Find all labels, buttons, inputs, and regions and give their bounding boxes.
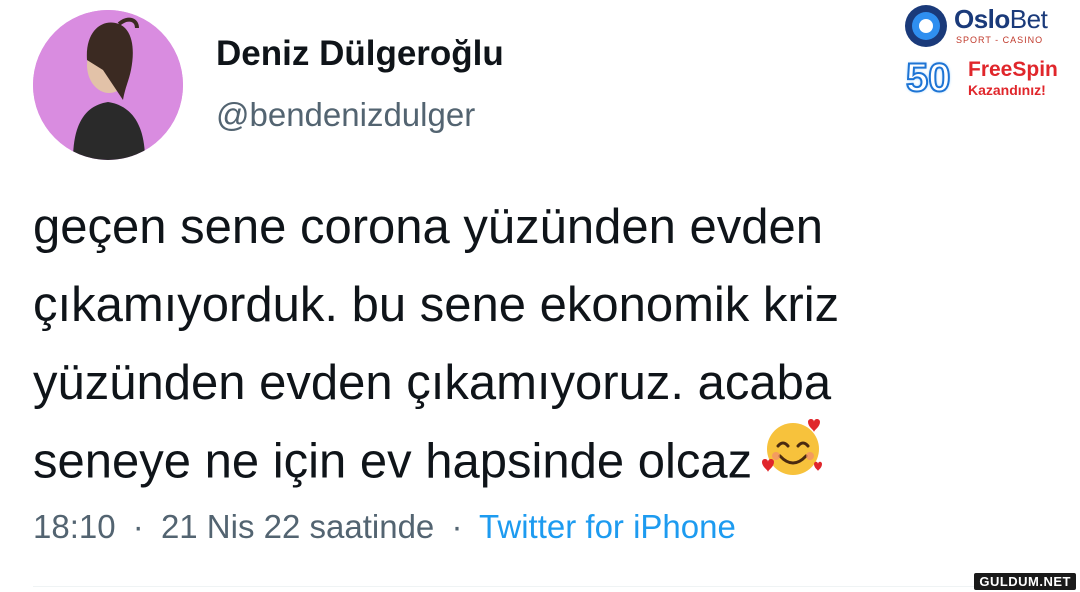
ad-offer-line2: Kazandınız! xyxy=(968,82,1046,98)
ad-brand: OsloBet xyxy=(954,4,1048,35)
tweet-time[interactable]: 18:10 xyxy=(33,508,116,545)
ad-brand-bold: Oslo xyxy=(954,4,1010,34)
ad-logo-row: OsloBet SPORT - CASINO xyxy=(902,2,1078,50)
meta-separator: · xyxy=(132,508,144,545)
tweet-text-line: çıkamıyorduk. bu sene ekonomik kriz xyxy=(33,278,840,332)
ad-badge[interactable]: OsloBet SPORT - CASINO 50 FreeSpin Kazan… xyxy=(902,2,1078,102)
tweet-text: geçen sene corona yüzünden evden çıkamıy… xyxy=(33,188,1043,507)
user-handle[interactable]: @bendenizdulger xyxy=(216,96,475,134)
smiling-face-with-hearts-icon xyxy=(758,416,828,501)
ad-brand-light: Bet xyxy=(1009,4,1048,34)
oslobet-logo-icon xyxy=(905,5,947,47)
tweet-text-line: yüzünden evden çıkamıyoruz. acaba xyxy=(33,356,832,410)
avatar-photo xyxy=(33,10,183,160)
tweet-text-line: seneye ne için ev hapsinde olcaz xyxy=(33,419,1043,507)
ad-tagline: SPORT - CASINO xyxy=(956,35,1044,45)
tweet-meta: 18:10 · 21 Nis 22 saatinde · Twitter for… xyxy=(33,508,736,546)
ad-number: 50 xyxy=(905,55,951,101)
ad-offer-line1: FreeSpin xyxy=(968,58,1058,81)
tweet-date[interactable]: 21 Nis 22 saatinde xyxy=(161,508,434,545)
tweet-text-last: seneye ne için ev hapsinde olcaz xyxy=(33,434,753,489)
avatar[interactable] xyxy=(33,10,183,160)
display-name[interactable]: Deniz Dülgeroğlu xyxy=(216,34,504,74)
tweet-text-line: geçen sene corona yüzünden evden xyxy=(33,200,824,254)
meta-separator: · xyxy=(451,508,463,545)
watermark: GULDUM.NET xyxy=(974,573,1076,590)
divider xyxy=(33,586,1020,587)
tweet-source-link[interactable]: Twitter for iPhone xyxy=(479,508,736,545)
